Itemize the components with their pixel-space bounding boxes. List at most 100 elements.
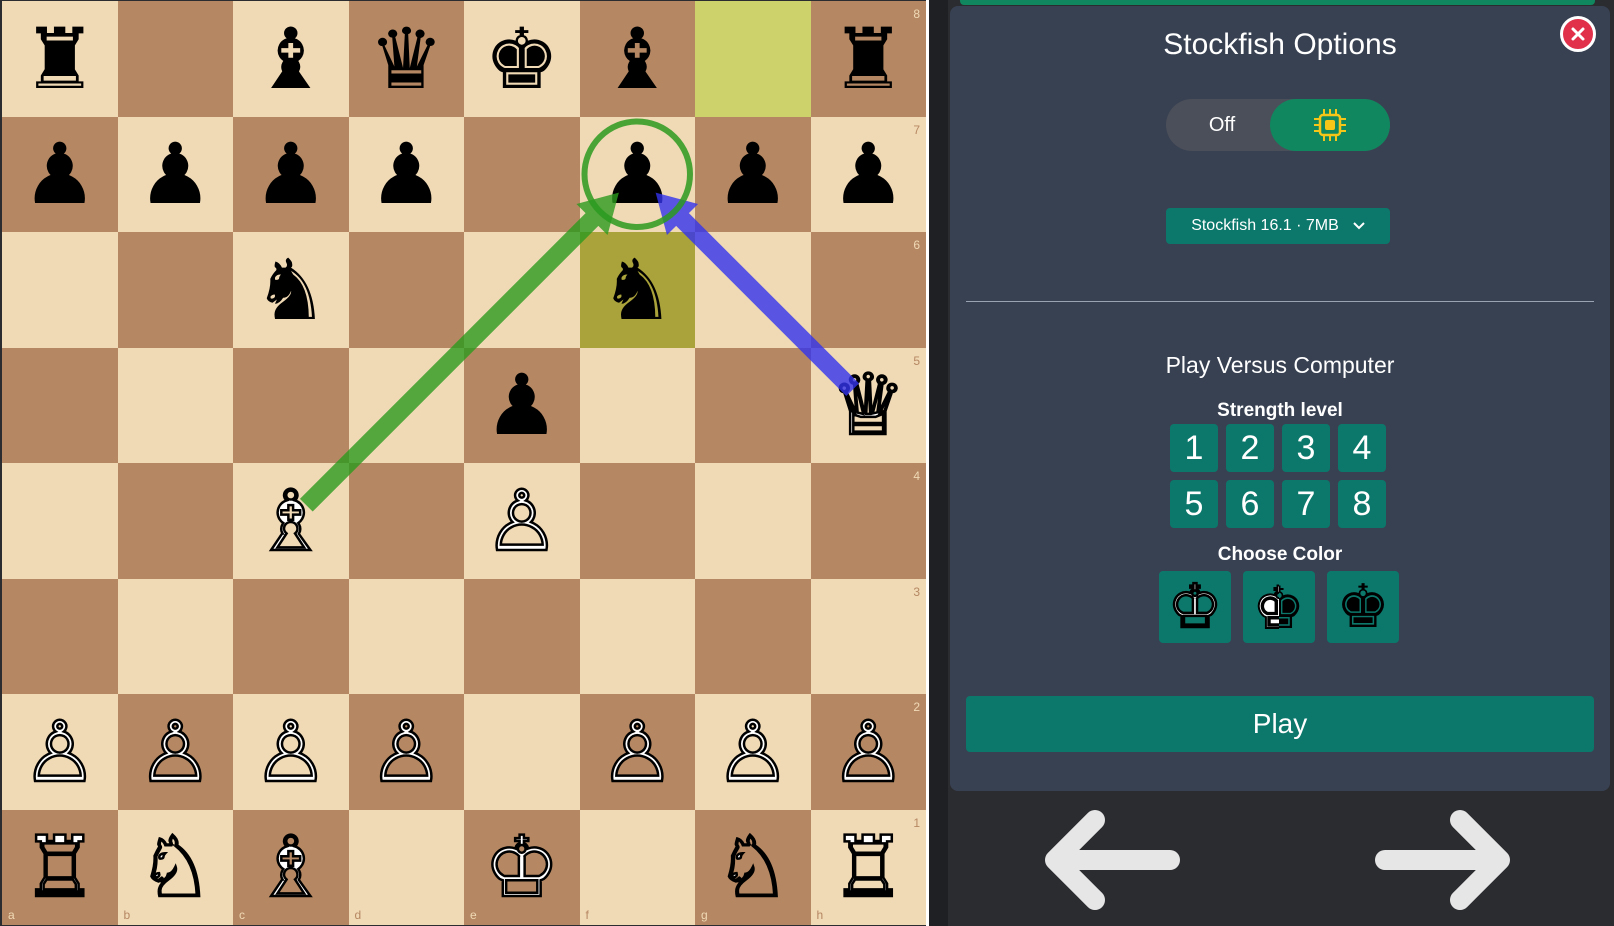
black-bishop-f8[interactable]: ♝ <box>600 17 675 101</box>
white-bishop-c4[interactable]: ♗ <box>252 478 330 565</box>
black-color-button[interactable]: ♚ <box>1327 571 1399 643</box>
square-g6[interactable] <box>695 232 811 348</box>
square-e7[interactable] <box>464 116 580 232</box>
black-pawn-c7[interactable]: ♟ <box>253 132 328 216</box>
square-g2[interactable]: ♙ <box>695 694 811 810</box>
square-d7[interactable]: ♟ <box>348 116 464 232</box>
square-a3[interactable] <box>2 578 118 694</box>
black-pawn-a7[interactable]: ♟ <box>22 132 97 216</box>
strength-level-8-button[interactable]: 8 <box>1338 480 1386 528</box>
square-g1[interactable]: ♘ g <box>695 809 811 925</box>
square-g5[interactable] <box>695 347 811 463</box>
random-color-button[interactable]: ♚ ♚ <box>1243 571 1315 643</box>
black-bishop-c8[interactable]: ♝ <box>253 17 328 101</box>
square-f7[interactable]: ♟ <box>579 116 695 232</box>
white-rook-a1[interactable]: ♖ <box>21 824 99 911</box>
strength-level-2-button[interactable]: 2 <box>1226 424 1274 472</box>
square-b5[interactable] <box>117 347 233 463</box>
square-d8[interactable]: ♛ <box>348 1 464 117</box>
square-c2[interactable]: ♙ <box>233 694 349 810</box>
square-g3[interactable] <box>695 578 811 694</box>
square-h2[interactable]: ♙ 2 <box>810 694 926 810</box>
square-e6[interactable] <box>464 232 580 348</box>
square-h8[interactable]: ♜ 8 <box>810 1 926 117</box>
black-king-e8[interactable]: ♚ <box>484 17 559 101</box>
white-pawn-e4[interactable]: ♙ <box>483 478 561 565</box>
square-c3[interactable] <box>233 578 349 694</box>
white-pawn-c2[interactable]: ♙ <box>252 709 330 796</box>
white-rook-h1[interactable]: ♖ <box>829 824 907 911</box>
black-pawn-g7[interactable]: ♟ <box>715 132 790 216</box>
square-a5[interactable] <box>2 347 118 463</box>
square-a6[interactable] <box>2 232 118 348</box>
square-h1[interactable]: ♖ 1 h <box>810 809 926 925</box>
white-pawn-a2[interactable]: ♙ <box>21 709 99 796</box>
strength-level-5-button[interactable]: 5 <box>1170 480 1218 528</box>
white-king-e1[interactable]: ♔ <box>483 824 561 911</box>
square-d2[interactable]: ♙ <box>348 694 464 810</box>
square-e4[interactable]: ♙ <box>464 463 580 579</box>
square-f5[interactable] <box>579 347 695 463</box>
square-h4[interactable]: 4 <box>810 463 926 579</box>
square-e1[interactable]: ♔ e <box>464 809 580 925</box>
white-pawn-g2[interactable]: ♙ <box>714 709 792 796</box>
white-color-button[interactable]: ♔ <box>1159 571 1231 643</box>
arrow-left-icon[interactable] <box>1035 805 1185 915</box>
white-pawn-d2[interactable]: ♙ <box>367 709 445 796</box>
black-queen-d8[interactable]: ♛ <box>369 17 444 101</box>
black-pawn-b7[interactable]: ♟ <box>138 132 213 216</box>
square-b6[interactable] <box>117 232 233 348</box>
square-f8[interactable]: ♝ <box>579 1 695 117</box>
square-h3[interactable]: 3 <box>810 578 926 694</box>
white-pawn-f2[interactable]: ♙ <box>598 709 676 796</box>
square-a7[interactable]: ♟ <box>2 116 118 232</box>
square-f3[interactable] <box>579 578 695 694</box>
square-a8[interactable]: ♜ <box>2 1 118 117</box>
square-f6[interactable]: ♞ <box>579 232 695 348</box>
square-f2[interactable]: ♙ <box>579 694 695 810</box>
chess-board[interactable]: ♜ ♝ ♛ ♚ ♝ ♜ 8 ♟ ♟ ♟ ♟ ♟ ♟ ♟ 7 ♞ ♞ 6 ♟ ♕ 5 ♗ ♙ 4 3 ♙ ♙ ♙ ♙ ♙ ♙ ♙ 2 ♖ a ♘ b ♗ c d… <box>2 1 926 925</box>
strength-level-6-button[interactable]: 6 <box>1226 480 1274 528</box>
square-b3[interactable] <box>117 578 233 694</box>
toggle-knob[interactable] <box>1270 99 1390 151</box>
black-rook-h8[interactable]: ♜ <box>831 17 906 101</box>
square-d4[interactable] <box>348 463 464 579</box>
strength-level-1-button[interactable]: 1 <box>1170 424 1218 472</box>
square-a2[interactable]: ♙ <box>2 694 118 810</box>
square-d5[interactable] <box>348 347 464 463</box>
strength-level-4-button[interactable]: 4 <box>1338 424 1386 472</box>
square-d3[interactable] <box>348 578 464 694</box>
square-g7[interactable]: ♟ <box>695 116 811 232</box>
square-e8[interactable]: ♚ <box>464 1 580 117</box>
square-b7[interactable]: ♟ <box>117 116 233 232</box>
white-pawn-h2[interactable]: ♙ <box>829 709 907 796</box>
black-pawn-e5[interactable]: ♟ <box>484 363 559 447</box>
white-queen-h5[interactable]: ♕ <box>829 362 907 449</box>
strength-level-3-button[interactable]: 3 <box>1282 424 1330 472</box>
square-f1[interactable]: f <box>579 809 695 925</box>
square-b8[interactable] <box>117 1 233 117</box>
square-e5[interactable]: ♟ <box>464 347 580 463</box>
black-pawn-h7[interactable]: ♟ <box>831 132 906 216</box>
square-b4[interactable] <box>117 463 233 579</box>
square-c7[interactable]: ♟ <box>233 116 349 232</box>
square-g8[interactable] <box>695 1 811 117</box>
square-c4[interactable]: ♗ <box>233 463 349 579</box>
arrow-right-icon[interactable] <box>1370 805 1520 915</box>
square-c1[interactable]: ♗ c <box>233 809 349 925</box>
white-knight-b1[interactable]: ♘ <box>136 824 214 911</box>
strength-level-7-button[interactable]: 7 <box>1282 480 1330 528</box>
black-pawn-f7[interactable]: ♟ <box>600 132 675 216</box>
play-button[interactable]: Play <box>966 696 1594 752</box>
square-f4[interactable] <box>579 463 695 579</box>
square-d6[interactable] <box>348 232 464 348</box>
square-c5[interactable] <box>233 347 349 463</box>
square-h6[interactable]: 6 <box>810 232 926 348</box>
square-c8[interactable]: ♝ <box>233 1 349 117</box>
square-d1[interactable]: d <box>348 809 464 925</box>
white-pawn-b2[interactable]: ♙ <box>136 709 214 796</box>
white-bishop-c1[interactable]: ♗ <box>252 824 330 911</box>
black-pawn-d7[interactable]: ♟ <box>369 132 444 216</box>
square-h7[interactable]: ♟ 7 <box>810 116 926 232</box>
square-c6[interactable]: ♞ <box>233 232 349 348</box>
